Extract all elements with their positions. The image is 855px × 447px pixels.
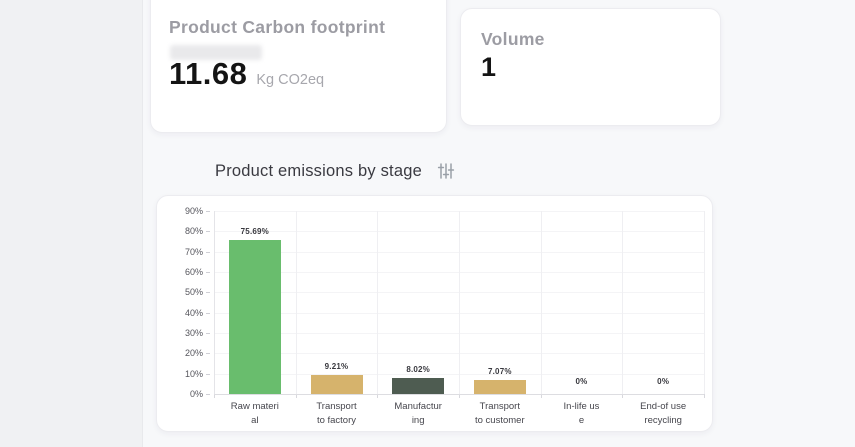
x-category-label-line: In-life us: [563, 401, 600, 412]
bar-value-label: 7.07%: [487, 366, 512, 376]
emissions-bar-chart: 0% 10% 20% 30% 40% 50% 60% 70% 80% 90% 75.69% Raw m…: [157, 196, 712, 431]
y-axis-tick-mark: [206, 231, 210, 233]
y-axis-tick-mark: [206, 292, 210, 294]
y-axis-tick-mark: [206, 211, 210, 212]
y-axis-tick-mark: [206, 353, 210, 355]
y-axis-tick-mark: [206, 373, 210, 375]
y-axis-tick-label: 60%: [184, 267, 203, 277]
volume-value: 1: [481, 52, 497, 82]
bar[interactable]: [392, 377, 445, 394]
emissions-section-header: Product emissions by stage: [215, 161, 456, 181]
y-axis-tick-label: 30%: [184, 328, 203, 338]
bar[interactable]: [473, 379, 526, 394]
x-category-label: End-of use recycling: [622, 400, 704, 428]
x-category-label-line: to factory: [316, 415, 357, 426]
y-axis-tick-label: 80%: [184, 226, 203, 237]
gridline-vertical: [704, 211, 705, 394]
gridline-vertical: [295, 211, 297, 394]
x-category-label: In-life us e: [541, 400, 623, 428]
gridline-vertical: [377, 211, 379, 394]
volume-card-title: Volume: [481, 29, 545, 49]
y-axis-tick-label: 50%: [184, 287, 203, 298]
carbon-footprint-card-title: Product Carbon footprint: [169, 17, 386, 37]
sliders-icon[interactable]: [436, 161, 456, 181]
emissions-chart-card: 0% 10% 20% 30% 40% 50% 60% 70% 80% 90% 75.69% Raw m…: [156, 195, 713, 432]
x-category-label-line: e: [578, 415, 585, 426]
bar-value-label: 0%: [657, 377, 670, 386]
x-category-label: Transport to factory: [296, 400, 378, 428]
x-category-label-line: ing: [411, 415, 425, 426]
y-axis-line: [214, 211, 215, 394]
x-category-label: Manufactur ing: [377, 400, 459, 428]
x-category-label-line: recycling: [644, 415, 682, 426]
x-category-label: Raw materi al: [214, 400, 296, 428]
bar-value-label: 75.69%: [240, 227, 269, 237]
y-axis-tick-label: 40%: [184, 307, 203, 318]
y-axis-tick-label: 90%: [184, 206, 203, 216]
carbon-footprint-card: Product Carbon footprint 11.68 Kg CO2eq: [150, 0, 447, 133]
y-axis-tick-label: 70%: [184, 246, 203, 257]
y-axis-tick-mark: [206, 272, 210, 273]
x-category-label-line: Raw materi: [230, 401, 279, 412]
y-axis-tick-label: 10%: [184, 368, 203, 379]
x-category-label-line: al: [251, 415, 259, 426]
x-axis-tick-mark: [704, 394, 705, 398]
carbon-footprint-value: 11.68: [169, 56, 248, 91]
y-axis-tick-mark: [206, 312, 210, 314]
x-category-label-line: to customer: [475, 415, 525, 426]
bar-value-label: 9.21%: [324, 362, 349, 372]
volume-card: Volume 1: [460, 8, 721, 126]
x-category-label-line: Transport: [316, 401, 357, 412]
x-category-label-line: End-of use: [640, 401, 687, 412]
bar-value-label: 0%: [575, 377, 588, 386]
gridline-vertical: [622, 211, 624, 394]
carbon-footprint-value-row: 11.68 Kg CO2eq: [169, 56, 325, 91]
x-axis-line: [214, 394, 704, 395]
y-axis-tick-label: 20%: [184, 348, 203, 359]
y-axis-tick-label: 0%: [189, 389, 203, 399]
gridline-vertical: [540, 211, 542, 394]
sidebar: [0, 0, 143, 447]
y-axis-tick-mark: [206, 394, 210, 395]
bar[interactable]: [310, 375, 363, 394]
bar[interactable]: [228, 240, 281, 394]
y-axis-tick-mark: [206, 333, 210, 334]
y-axis-tick-mark: [206, 251, 210, 253]
x-category-label-line: Transport: [479, 401, 520, 412]
x-category-label: Transport to customer: [459, 400, 541, 428]
carbon-footprint-unit: Kg CO2eq: [256, 72, 325, 88]
bar-value-label: 8.02%: [406, 364, 430, 374]
x-category-label-line: Manufactur: [394, 401, 442, 412]
gridline-vertical: [459, 211, 460, 394]
emissions-section-title: Product emissions by stage: [215, 161, 422, 180]
